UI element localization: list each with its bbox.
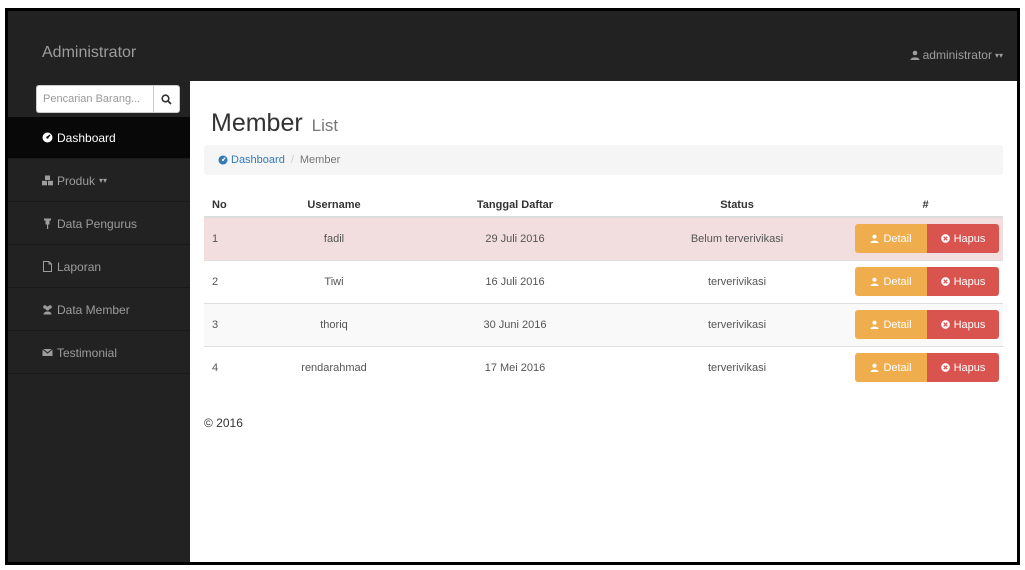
sidebar-item-label: Produk bbox=[57, 173, 96, 188]
column-header-tanggal-daftar[interactable]: Tanggal Daftar bbox=[404, 193, 626, 218]
sidebar-item-laporan[interactable]: Laporan bbox=[8, 246, 190, 288]
cell-actions: Detail Hapus bbox=[848, 216, 1003, 260]
file-icon bbox=[43, 261, 52, 272]
search-box bbox=[36, 85, 186, 113]
user-icon bbox=[870, 234, 879, 244]
pin-icon bbox=[44, 218, 51, 229]
cell-date: 16 Juli 2016 bbox=[404, 259, 626, 303]
envelope-icon bbox=[42, 348, 53, 356]
app-window: Administrator administrator ▾▾ Pencarian… bbox=[5, 8, 1020, 565]
column-header-username[interactable]: Username bbox=[264, 193, 404, 218]
cell-no: 2 bbox=[204, 259, 264, 303]
footer-copyright: © 2016 bbox=[204, 416, 243, 430]
hapus-button-label: Hapus bbox=[953, 361, 986, 374]
hapus-button[interactable]: Hapus bbox=[927, 224, 999, 254]
user-icon bbox=[910, 50, 920, 60]
user-menu[interactable]: administrator ▾▾ bbox=[910, 48, 1003, 62]
main-content: Member List Dashboard / Member No Userna… bbox=[190, 81, 1017, 562]
cell-date: 29 Juli 2016 bbox=[404, 216, 626, 260]
table-row: 3 thoriq 30 Juni 2016 terverivikasi Deta… bbox=[204, 302, 1003, 346]
detail-button[interactable]: Detail bbox=[855, 267, 927, 296]
cell-status: terverivikasi bbox=[626, 345, 848, 389]
users-icon bbox=[43, 305, 52, 315]
remove-circle-icon bbox=[940, 320, 950, 329]
hapus-button[interactable]: Hapus bbox=[927, 310, 999, 339]
sidebar: Dashboard Produk ▾▾ Data Pengurus bbox=[8, 81, 190, 562]
breadcrumb-dashboard-link[interactable]: Dashboard bbox=[218, 154, 285, 166]
cell-no: 4 bbox=[204, 345, 264, 389]
hapus-button[interactable]: Hapus bbox=[927, 353, 999, 383]
cell-username: thoriq bbox=[264, 302, 404, 346]
chevron-down-icon: ▾▾ bbox=[994, 50, 1003, 60]
hapus-button-label: Hapus bbox=[953, 318, 986, 331]
table-row: 1 fadil 29 Juli 2016 Belum terverivikasi… bbox=[204, 216, 1003, 260]
hapus-button[interactable]: Hapus bbox=[927, 267, 999, 296]
table-row: 4 rendarahmad 17 Mei 2016 terverivikasi … bbox=[204, 345, 1003, 389]
hapus-button-label: Hapus bbox=[953, 232, 986, 245]
cell-status: Belum terverivikasi bbox=[626, 216, 848, 260]
detail-button[interactable]: Detail bbox=[855, 353, 927, 383]
cell-actions: Detail Hapus bbox=[848, 302, 1003, 346]
detail-button-label: Detail bbox=[883, 361, 912, 374]
cell-date: 30 Juni 2016 bbox=[404, 302, 626, 346]
breadcrumb-separator: / bbox=[290, 154, 294, 166]
sidebar-item-produk[interactable]: Produk ▾▾ bbox=[8, 160, 190, 202]
detail-button[interactable]: Detail bbox=[855, 310, 927, 339]
column-header-actions: # bbox=[848, 193, 1003, 218]
cell-username: Tiwi bbox=[264, 259, 404, 303]
cell-actions: Detail Hapus bbox=[848, 259, 1003, 303]
cell-status: terverivikasi bbox=[626, 259, 848, 303]
table-header-row: No Username Tanggal Daftar Status # bbox=[204, 193, 1003, 218]
top-navbar: Administrator administrator ▾▾ bbox=[8, 11, 1017, 81]
user-menu-label: administrator bbox=[922, 48, 992, 62]
sidebar-item-label: Data Member bbox=[57, 302, 130, 317]
search-button[interactable] bbox=[153, 85, 180, 113]
user-icon bbox=[870, 277, 879, 286]
cell-no: 1 bbox=[204, 216, 264, 260]
sidebar-item-data-pengurus[interactable]: Data Pengurus bbox=[8, 203, 190, 245]
page-subtitle: List bbox=[311, 116, 339, 135]
cell-username: fadil bbox=[264, 216, 404, 260]
hapus-button-label: Hapus bbox=[953, 275, 986, 288]
chevron-down-icon: ▾▾ bbox=[99, 176, 108, 185]
sidebar-item-label: Data Pengurus bbox=[57, 216, 138, 231]
cell-no: 3 bbox=[204, 302, 264, 346]
detail-button[interactable]: Detail bbox=[855, 224, 927, 254]
table-row: 2 Tiwi 16 Juli 2016 terverivikasi Detail bbox=[204, 259, 1003, 303]
detail-button-label: Detail bbox=[883, 232, 912, 245]
page-title-main: Member bbox=[211, 109, 303, 137]
sidebar-item-testimonial[interactable]: Testimonial bbox=[8, 332, 190, 374]
breadcrumb-dashboard-label: Dashboard bbox=[231, 154, 285, 166]
user-icon bbox=[870, 363, 879, 373]
cubes-icon bbox=[42, 175, 53, 186]
column-header-status[interactable]: Status bbox=[626, 193, 848, 218]
member-table: No Username Tanggal Daftar Status # 1 fa… bbox=[204, 193, 1003, 389]
remove-circle-icon bbox=[940, 363, 950, 373]
sidebar-item-label: Dashboard bbox=[57, 130, 116, 145]
search-icon bbox=[161, 93, 172, 105]
sidebar-item-dashboard[interactable]: Dashboard bbox=[8, 117, 190, 159]
dashboard-icon bbox=[218, 155, 228, 165]
remove-circle-icon bbox=[940, 277, 950, 286]
dashboard-icon bbox=[42, 132, 53, 143]
cell-username: rendarahmad bbox=[264, 345, 404, 389]
column-header-no[interactable]: No bbox=[204, 193, 264, 218]
detail-button-label: Detail bbox=[883, 318, 912, 331]
brand-title[interactable]: Administrator bbox=[42, 44, 136, 62]
sidebar-item-data-member[interactable]: Data Member bbox=[8, 289, 190, 331]
cell-date: 17 Mei 2016 bbox=[404, 345, 626, 389]
page-title: Member List bbox=[211, 109, 338, 138]
cell-actions: Detail Hapus bbox=[848, 345, 1003, 389]
remove-circle-icon bbox=[940, 234, 950, 244]
breadcrumb-current: Member bbox=[299, 154, 341, 166]
user-icon bbox=[870, 320, 879, 329]
sidebar-item-label: Testimonial bbox=[57, 345, 118, 360]
cell-status: terverivikasi bbox=[626, 302, 848, 346]
sidebar-item-label: Laporan bbox=[57, 259, 102, 274]
search-input[interactable] bbox=[36, 85, 153, 113]
detail-button-label: Detail bbox=[883, 275, 912, 288]
breadcrumb: Dashboard / Member bbox=[204, 145, 1003, 175]
